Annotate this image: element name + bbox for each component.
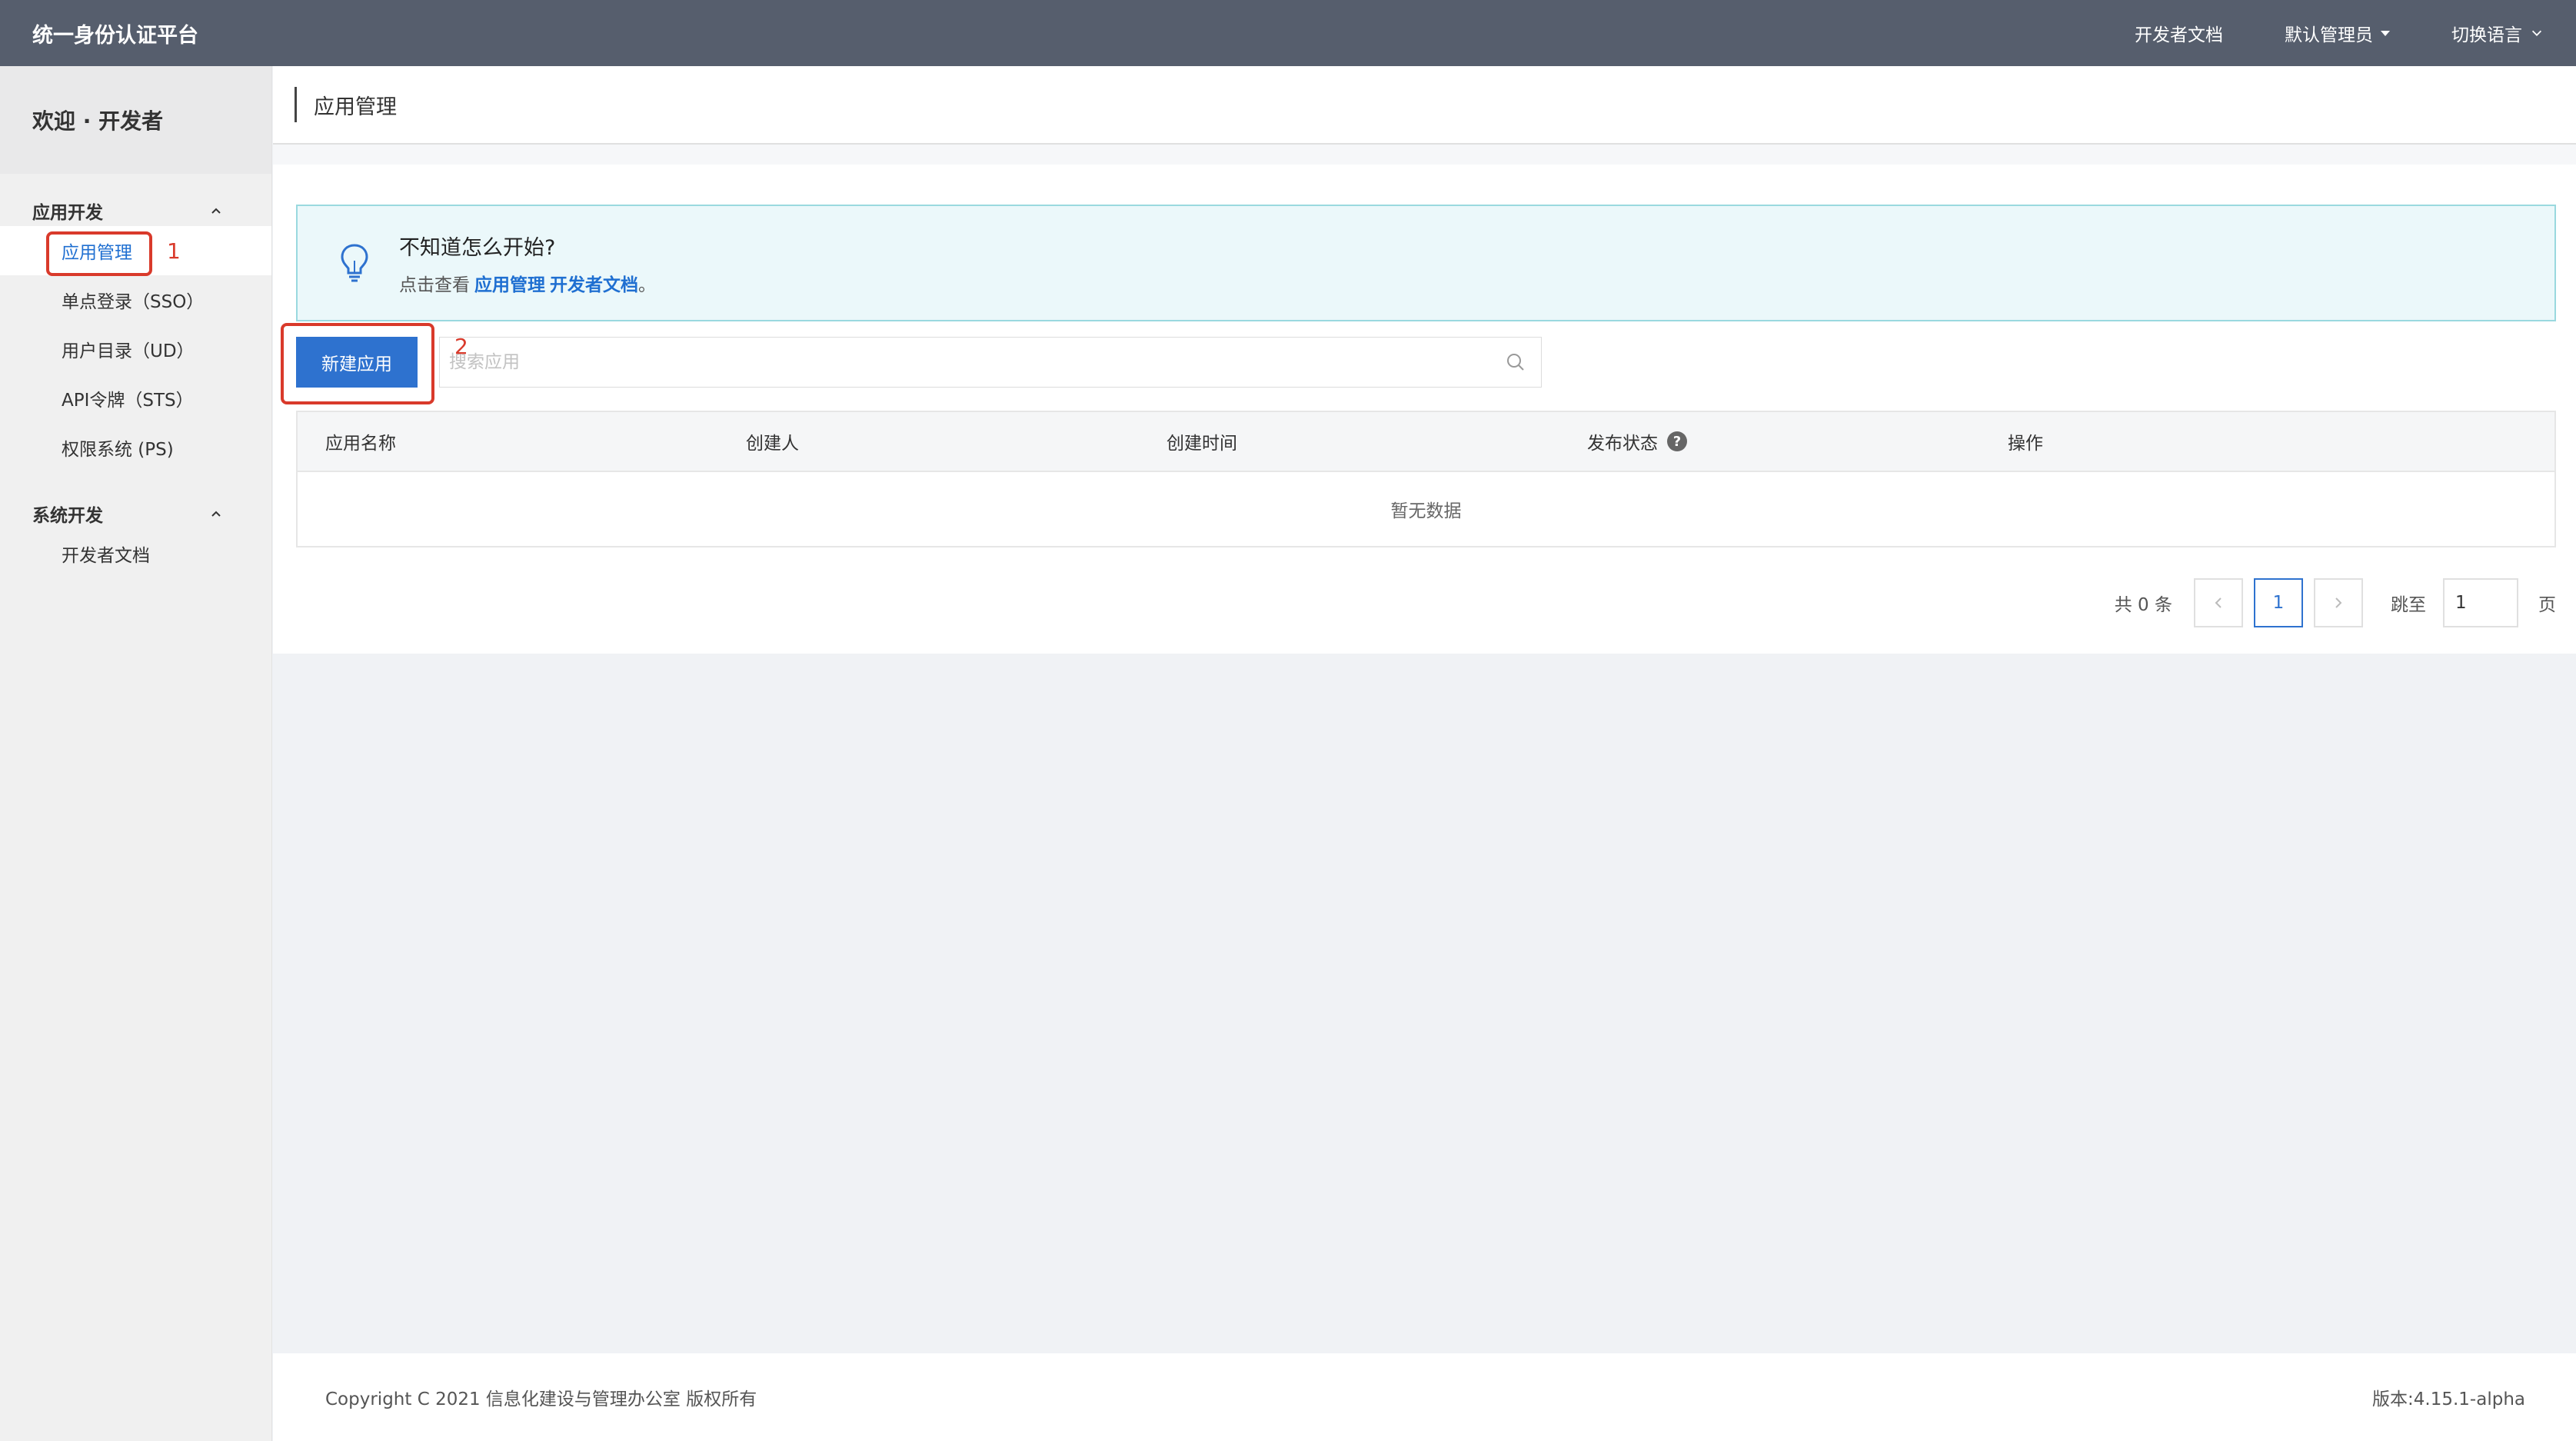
getting-started-hint: 不知道怎么开始? 点击查看 应用管理 开发者文档。: [296, 205, 2556, 321]
column-header-app-name: 应用名称: [298, 428, 718, 454]
table-header: 应用名称 创建人 创建时间 发布状态 ? 操作: [298, 412, 2554, 472]
sidebar-group-app-dev[interactable]: 应用开发: [0, 195, 271, 226]
sidebar-item-ps[interactable]: 权限系统 (PS): [0, 423, 271, 472]
admin-label: 默认管理员: [2285, 25, 2373, 45]
title-accent-bar: [295, 87, 297, 122]
toolbar: 新建应用 2: [281, 323, 2556, 404]
chevron-up-icon: [211, 208, 221, 214]
annotation-box-2: [281, 323, 434, 404]
help-icon[interactable]: ?: [1667, 431, 1687, 451]
column-header-created-time: 创建时间: [1139, 428, 1559, 454]
column-header-label: 应用名称: [325, 434, 396, 454]
annotation-box-1: [46, 231, 152, 276]
column-header-publish-status: 发布状态 ?: [1559, 428, 1980, 454]
chevron-right-icon: [2335, 597, 2342, 608]
sidebar-item-label: 开发者文档: [62, 546, 150, 566]
sidebar-item-sts[interactable]: API令牌（STS）: [0, 374, 271, 423]
hint-prefix: 点击查看: [399, 275, 470, 295]
annotation-number-2: 2: [454, 334, 468, 359]
top-nav: 开发者文档 默认管理员 切换语言: [2073, 20, 2544, 46]
sidebar-group-sys-dev[interactable]: 系统开发: [0, 498, 271, 529]
sidebar-item-label: 用户目录（UD）: [62, 341, 195, 361]
jump-label: 跳至: [2391, 595, 2426, 615]
column-header-label: 操作: [2008, 434, 2043, 454]
language-label: 切换语言: [2451, 25, 2522, 45]
nav-docs-label: 开发者文档: [2135, 25, 2223, 45]
page-unit-label: 页: [2538, 595, 2556, 615]
search-icon[interactable]: [1506, 352, 1526, 372]
annotation-number-1: 1: [167, 238, 181, 264]
sidebar-item-sso[interactable]: 单点登录（SSO）: [0, 275, 271, 324]
brand-title[interactable]: 统一身份认证平台: [32, 18, 2073, 48]
header-gap: [273, 145, 2576, 165]
footer: Copyright C 2021 信息化建设与管理办公室 版权所有 版本:4.1…: [273, 1353, 2576, 1441]
chevron-up-icon: [211, 511, 221, 517]
column-header-creator: 创建人: [718, 428, 1139, 454]
sidebar-item-label: API令牌（STS）: [62, 391, 194, 411]
next-page-button[interactable]: [2314, 578, 2363, 627]
sidebar-item-ud[interactable]: 用户目录（UD）: [0, 324, 271, 374]
chevron-left-icon: [2215, 597, 2222, 608]
lightbulb-icon: [341, 244, 368, 282]
prev-page-button[interactable]: [2194, 578, 2243, 627]
page-header: 应用管理: [273, 66, 2576, 145]
column-header-label: 创建人: [746, 434, 799, 454]
sidebar-group-label: 系统开发: [32, 506, 103, 526]
pagination: 共 0 条 1 跳至 页: [296, 578, 2556, 627]
admin-dropdown[interactable]: 默认管理员: [2285, 20, 2390, 46]
column-header-label: 创建时间: [1167, 434, 1237, 454]
page-title: 应用管理: [314, 95, 397, 119]
language-dropdown[interactable]: 切换语言: [2451, 20, 2544, 46]
copyright-text: Copyright C 2021 信息化建设与管理办公室 版权所有: [325, 1389, 757, 1409]
main-content: 应用管理 不知道怎么开始? 点击查看 应用管理 开发者文档。 新建应用 搜索应用…: [273, 66, 2576, 654]
sidebar-item-dev-docs[interactable]: 开发者文档: [0, 529, 271, 578]
table-empty-state: 暂无数据: [1390, 501, 1462, 521]
sidebar-group-label: 应用开发: [32, 203, 103, 223]
version-text: 版本:4.15.1-alpha: [2372, 1389, 2525, 1409]
hint-link-dev-docs[interactable]: 开发者文档: [550, 275, 638, 295]
search-input[interactable]: [449, 352, 1506, 372]
apps-table: 应用名称 创建人 创建时间 发布状态 ? 操作 暂无数据: [296, 411, 2556, 547]
page-number-current[interactable]: 1: [2254, 578, 2303, 627]
hint-link-app-management[interactable]: 应用管理: [474, 275, 545, 295]
search-box[interactable]: [439, 337, 1542, 388]
column-header-actions: 操作: [1980, 428, 2043, 454]
hint-subtitle: 点击查看 应用管理 开发者文档。: [399, 270, 656, 296]
caret-down-icon: [2381, 30, 2390, 36]
pagination-total: 共 0 条: [2114, 595, 2172, 615]
hint-text: 不知道怎么开始? 点击查看 应用管理 开发者文档。: [399, 231, 656, 296]
hint-suffix: 。: [638, 275, 656, 295]
sidebar-item-label: 权限系统 (PS): [62, 440, 174, 460]
jump-page-input[interactable]: [2443, 578, 2518, 627]
column-header-label: 发布状态: [1587, 434, 1658, 454]
nav-docs-link[interactable]: 开发者文档: [2135, 20, 2223, 46]
chevron-down-icon: [2531, 30, 2542, 36]
hint-title: 不知道怎么开始?: [399, 235, 556, 260]
top-bar: 统一身份认证平台 开发者文档 默认管理员 切换语言: [0, 0, 2576, 66]
sidebar-item-label: 单点登录（SSO）: [62, 292, 205, 312]
welcome-text: 欢迎 · 开发者: [0, 66, 271, 174]
content-panel: 不知道怎么开始? 点击查看应用管理开发者文档。 新建应用 2 应用名称: [273, 165, 2576, 654]
sidebar: 欢迎 · 开发者 应用开发 应用管理 单点登录（SSO） 用户目录（UD） AP…: [0, 66, 272, 1441]
